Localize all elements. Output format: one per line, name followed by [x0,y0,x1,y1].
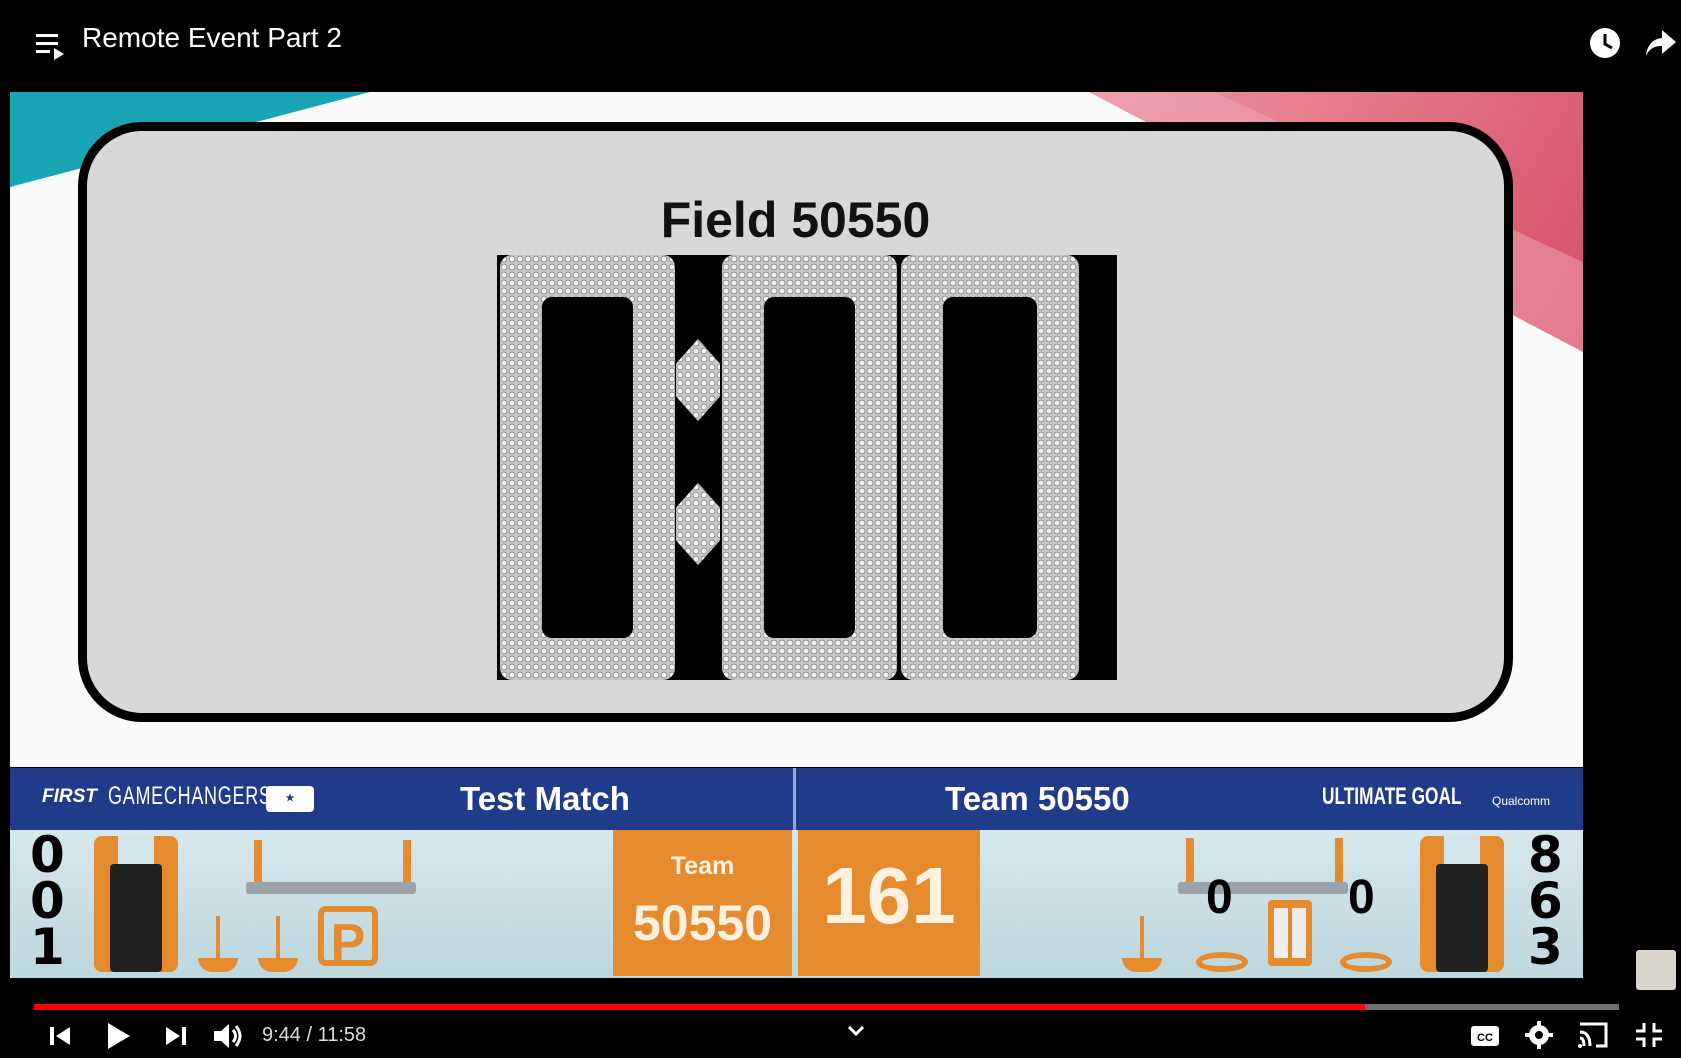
wobble-bar-icon [1178,882,1348,894]
team-card-label: Team [670,852,735,880]
ring-icon [1340,952,1392,972]
wobble-goal-icon [216,916,220,964]
score-bar: FIRST GAMECHANGERS ★ Test Match Team 505… [10,768,1583,978]
team-card-number: 50550 [632,895,773,951]
wobble-bar-icon [246,882,416,894]
header-divider [793,768,796,830]
ring-icon [1196,952,1248,972]
field-title: Field 50550 [660,192,931,248]
game-changers-logo: GAMECHANGERS [108,782,272,810]
timer-colon-bottom [676,483,720,565]
clock-icon[interactable] [1588,26,1622,60]
left-digit-column: 0 0 1 [30,830,65,976]
score-card: 161 [798,830,980,976]
ultimate-goal-logo: ULTIMATE GOAL [1322,783,1462,810]
wobble-goal-base-icon [198,958,238,972]
right-pillarbox [1583,92,1681,972]
player-top-bar: Remote Event Part 2 [0,0,1681,90]
wobble-goal-icon [276,916,280,964]
team-card: Team 50550 [613,830,792,976]
ring-count-right: 0 [1348,871,1375,924]
previous-icon[interactable] [48,1024,74,1048]
tower-goal-icon [1420,836,1504,972]
star-wars-logo: ★ [266,786,314,812]
time-display: 9:44 / 11:58 [262,1024,367,1046]
tower-goal-icon [94,836,178,972]
field-timer-panel: Field 50550 [78,122,1513,722]
cast-icon[interactable] [1576,1020,1610,1050]
video-title[interactable]: Remote Event Part 2 [82,22,342,54]
park-icon: P [318,906,378,972]
share-icon[interactable] [1644,28,1678,58]
wobble-goal-base-icon [258,958,298,972]
volume-icon[interactable] [212,1021,246,1051]
right-digit: 3 [1528,918,1563,976]
play-icon[interactable] [104,1021,132,1051]
captions-icon[interactable]: CC [1470,1024,1500,1048]
exit-fullscreen-icon[interactable] [1634,1021,1664,1049]
team-title: Team 50550 [945,780,1130,817]
chevron-down-icon[interactable] [846,1024,866,1038]
playlist-icon[interactable] [36,32,66,60]
timer-display [497,255,1117,680]
next-icon[interactable] [162,1024,188,1048]
left-digit: 1 [30,918,65,976]
svg-text:CC: CC [1477,1032,1493,1044]
qualcomm-logo: Qualcomm [1492,794,1551,808]
ring-stack-icon [1268,900,1312,966]
score-header: FIRST GAMECHANGERS ★ Test Match Team 505… [10,768,1583,830]
total-score: 161 [822,851,956,940]
timer-digit-tens [722,255,897,680]
right-digit-column: 8 6 3 [1528,830,1563,976]
match-title: Test Match [460,780,630,817]
video-frame[interactable]: Field 50550 [10,92,1583,767]
wobble-goal-icon [1140,916,1144,964]
settings-icon[interactable] [1524,1020,1554,1050]
timer-digit-minutes [500,255,675,680]
timer-digit-ones [901,255,1079,680]
progress-played[interactable] [34,1004,1366,1010]
ring-count-left: 0 [1206,871,1233,924]
timer-colon-top [676,339,720,421]
first-logo: FIRST [42,786,97,807]
channel-watermark-icon[interactable] [1636,950,1676,990]
